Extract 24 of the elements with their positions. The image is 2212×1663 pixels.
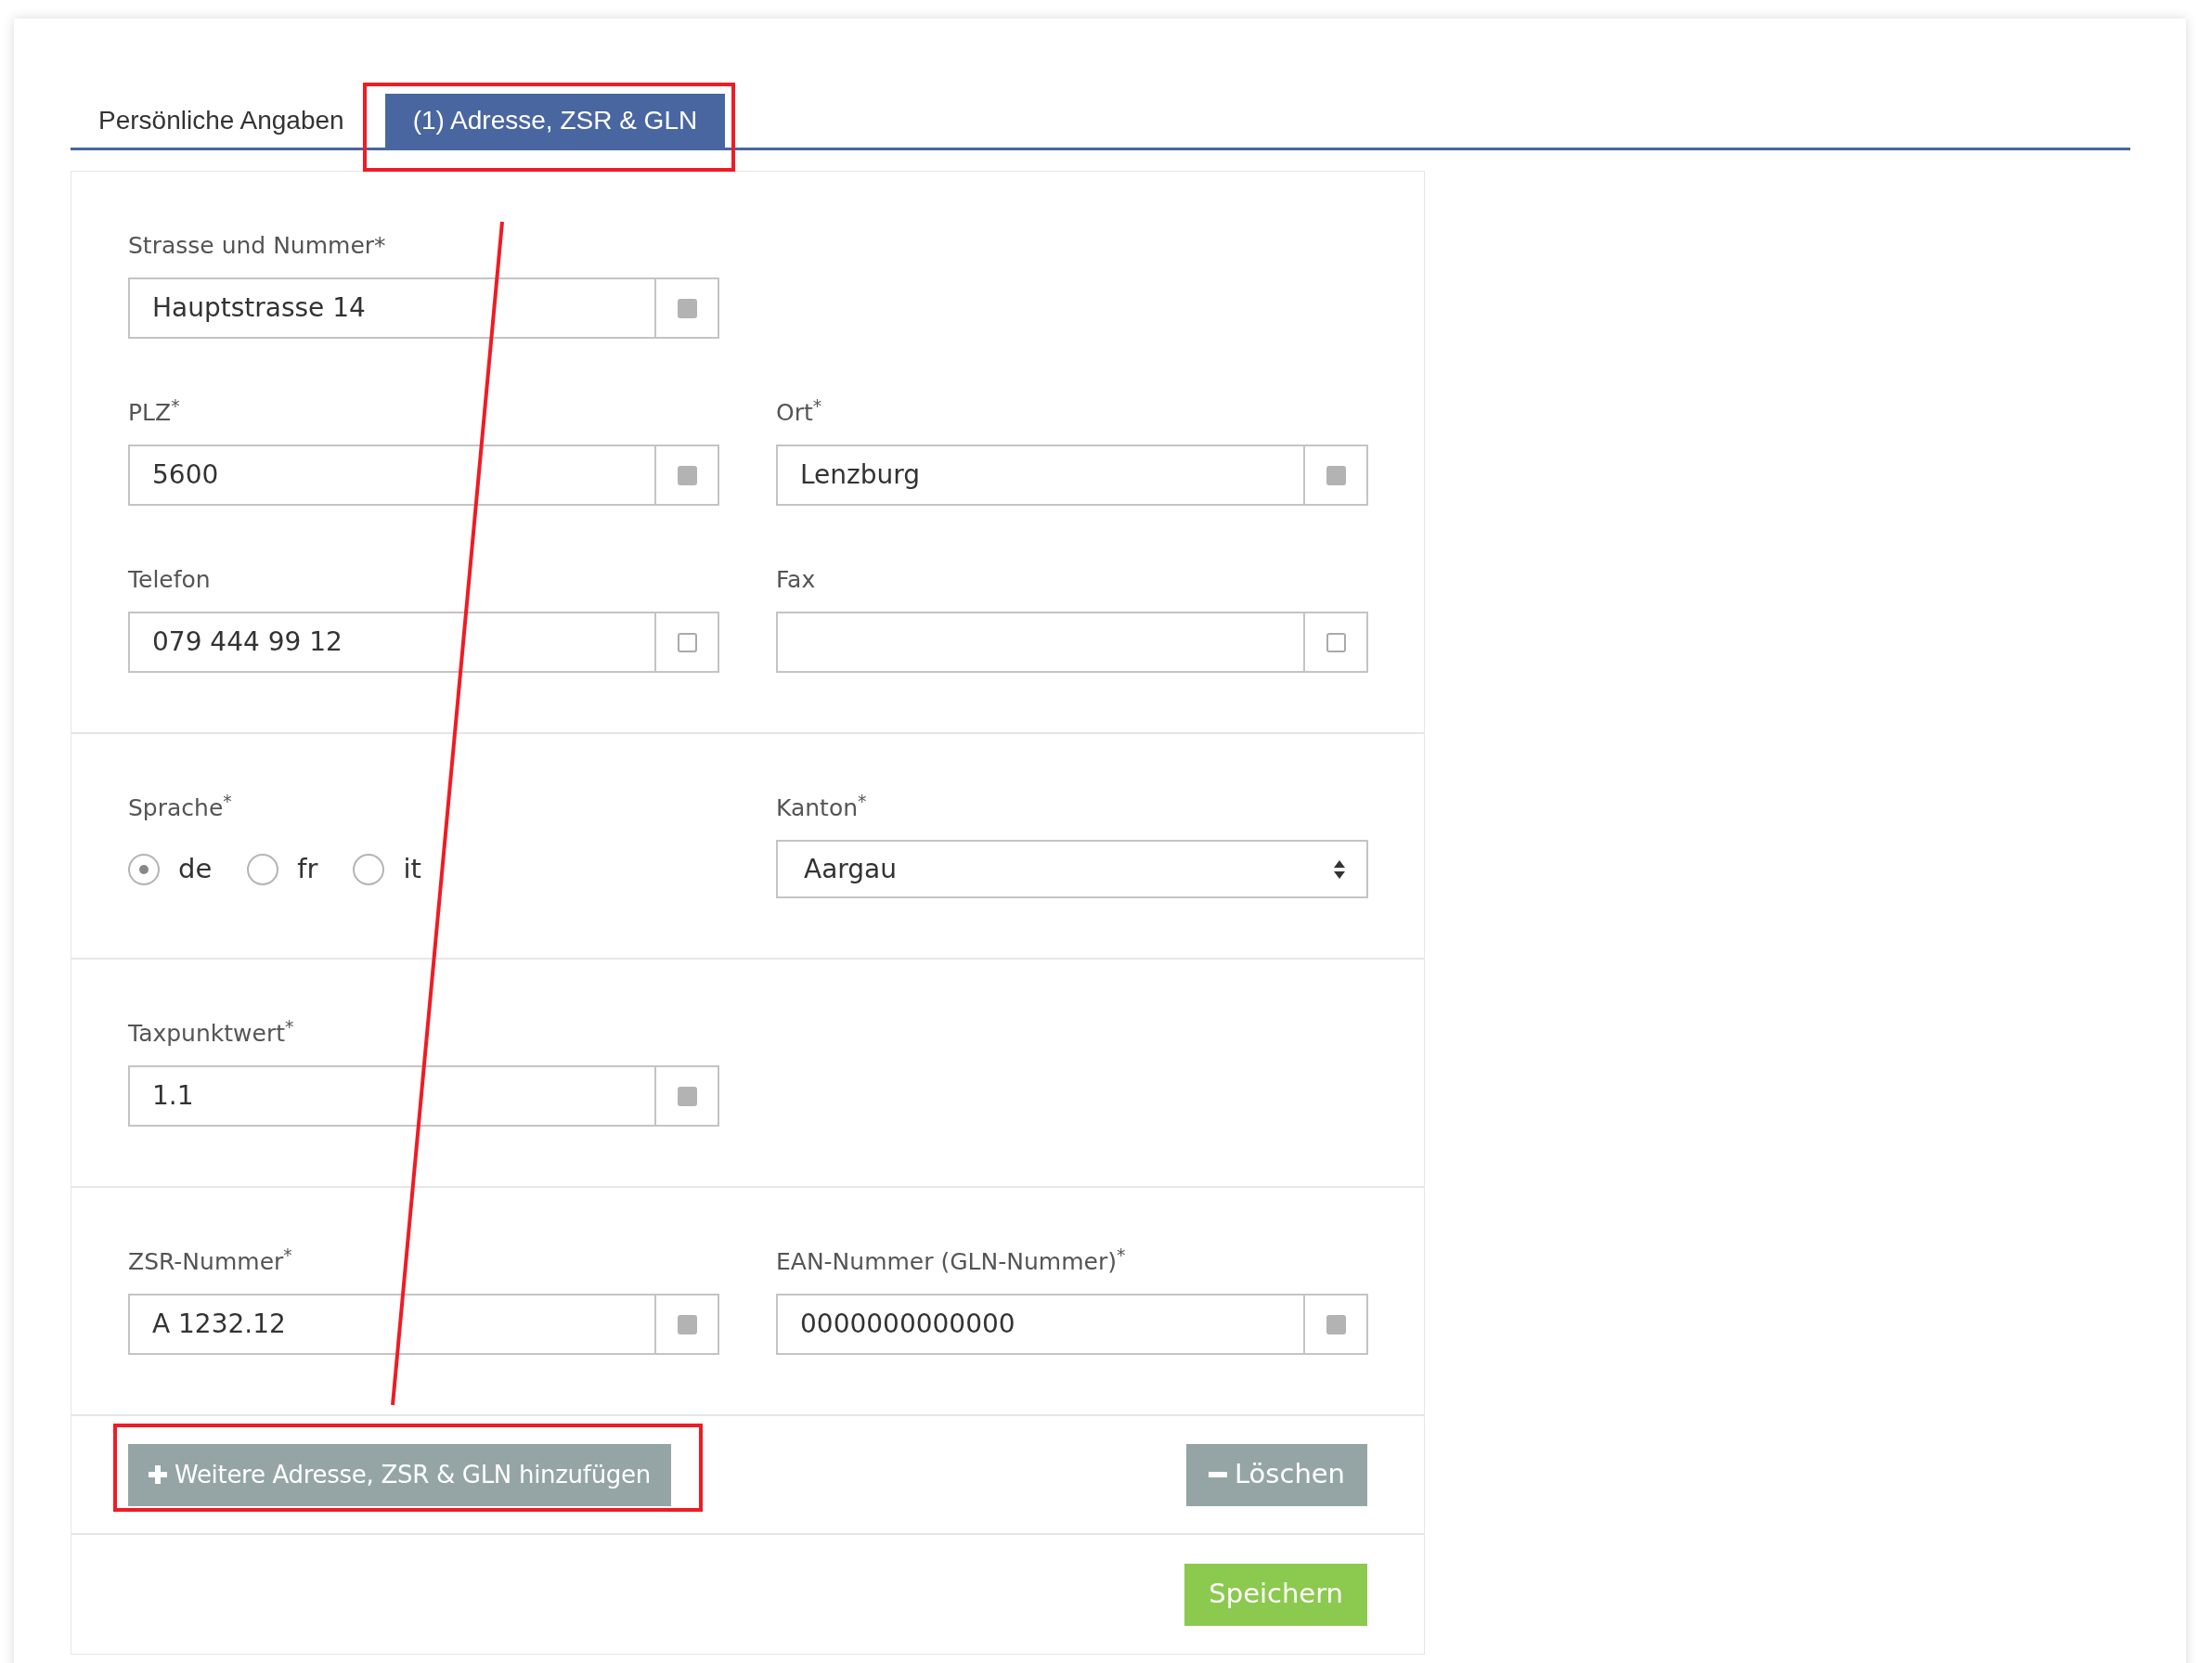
text-field[interactable]: Lenzburg (776, 445, 1368, 506)
field-label: EAN-Nummer (GLN-Nummer)$^{*}$ (776, 1244, 1127, 1277)
select-field[interactable]: Aargau (776, 840, 1368, 898)
field-label: ZSR-Nummer$^{*}$ (128, 1244, 293, 1277)
radio-label: de (178, 851, 213, 886)
tab[interactable]: Persönliche Angaben (71, 94, 372, 148)
text-field[interactable]: 5600 (128, 445, 719, 506)
field-label: Telefon (128, 565, 212, 595)
text-field[interactable]: Hauptstrasse 14 (128, 277, 719, 339)
radio-label: it (403, 851, 421, 886)
field-label: Sprache$^{*}$ (128, 790, 233, 823)
field-label: Taxpunktwert$^{*}$ (128, 1015, 295, 1049)
select-value: Aargau (804, 852, 897, 886)
field-label: Kanton$^{*}$ (776, 790, 868, 823)
text-field[interactable]: 1.1 (128, 1065, 719, 1127)
field-label: Ort$^{*}$ (776, 394, 823, 428)
field-label: Strasse und Nummer* (128, 231, 387, 261)
text-field[interactable]: A 1232.12 (128, 1294, 719, 1355)
radio-label: fr (297, 851, 318, 886)
tab[interactable]: (1) Adresse, ZSR & GLN (384, 94, 726, 148)
text-field[interactable]: 0000000000000 (776, 1294, 1368, 1355)
field-label: Fax (776, 565, 817, 595)
text-field[interactable]: 079 444 99 12 (128, 612, 719, 673)
field-label: PLZ$^{*}$ (128, 394, 181, 428)
